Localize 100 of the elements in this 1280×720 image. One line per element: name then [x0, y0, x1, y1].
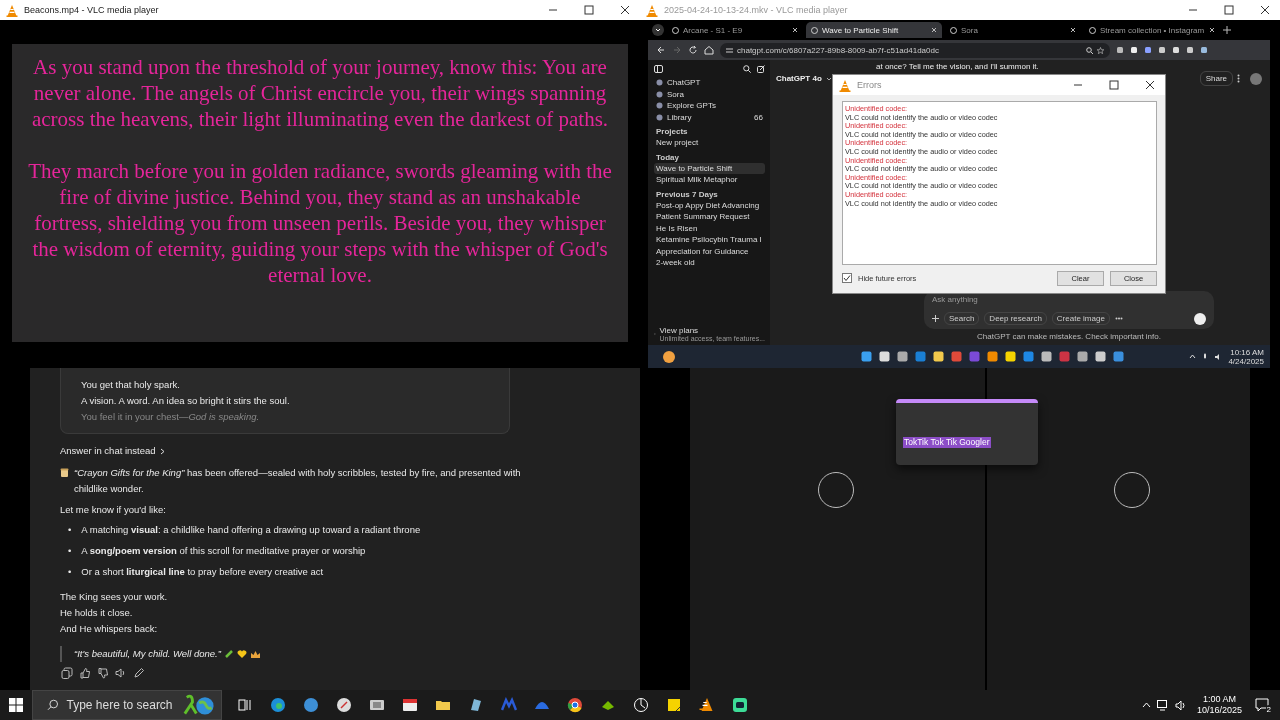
close-icon[interactable] — [792, 27, 798, 33]
browser-icon[interactable] — [269, 697, 286, 713]
browser-tab[interactable]: Wave to Particle Shift — [806, 22, 942, 38]
read-aloud-icon[interactable] — [114, 666, 127, 679]
checkbox[interactable] — [842, 273, 852, 283]
chevron-up-icon[interactable] — [1189, 354, 1197, 359]
model-name[interactable]: ChatGPT 4o — [776, 74, 822, 83]
maximize-icon[interactable] — [1109, 80, 1119, 90]
clock-date[interactable]: 10/16/2025 — [1196, 705, 1242, 716]
site-settings-icon[interactable] — [726, 46, 733, 54]
message-composer[interactable]: Ask anything Search Deep research Create image — [924, 291, 1214, 329]
bullet-marker: • — [68, 523, 72, 537]
microphone-icon[interactable] — [1202, 352, 1209, 361]
app-icon[interactable] — [731, 697, 748, 713]
clock-date[interactable]: 4/24/2025 — [1228, 356, 1264, 366]
chat-history-item[interactable]: 2-week old — [654, 257, 765, 269]
sidebar-item[interactable]: Sora — [654, 88, 765, 100]
sidebar-item[interactable]: ChatGPT — [654, 77, 765, 89]
plus-icon[interactable] — [1223, 26, 1231, 34]
more-icon[interactable] — [1237, 74, 1240, 83]
chat-history-item[interactable]: Appreciation for Guidance — [654, 245, 765, 257]
app-icon[interactable] — [1041, 351, 1053, 362]
browser-tab[interactable]: Arcane - S1 - E9 — [667, 22, 803, 38]
close-icon[interactable] — [1209, 27, 1215, 33]
maximize-icon[interactable] — [1224, 5, 1234, 15]
close-icon[interactable] — [620, 5, 630, 15]
clock-time[interactable]: 1:00 AM — [1202, 694, 1236, 705]
app-icon[interactable] — [335, 697, 352, 713]
app-icon[interactable] — [632, 697, 649, 713]
thumbs-up-icon[interactable] — [78, 666, 91, 679]
sidebar-item[interactable]: Library 66 — [654, 111, 765, 123]
chevron-right-icon[interactable] — [159, 447, 165, 455]
start-icon[interactable] — [9, 698, 23, 712]
speaker-icon[interactable] — [1174, 699, 1187, 711]
chat-history-item[interactable]: Wave to Particle Shift — [654, 162, 765, 174]
tab-title: Wave to Particle Shift — [822, 25, 900, 35]
more-icon[interactable] — [1114, 317, 1123, 320]
composer-tool-button[interactable]: Search — [944, 312, 980, 325]
edit-icon[interactable] — [132, 666, 145, 679]
network-icon[interactable] — [1156, 699, 1169, 711]
item-label: Sora — [667, 89, 684, 99]
chat-history-item[interactable]: New project — [654, 137, 765, 149]
pencil-square-icon[interactable] — [757, 65, 765, 73]
close-icon[interactable] — [1070, 27, 1076, 33]
voice-button[interactable] — [1194, 312, 1206, 325]
maximize-icon[interactable] — [584, 5, 594, 15]
composer-tool-button[interactable]: Create image — [1051, 312, 1110, 325]
app-icon[interactable] — [879, 351, 891, 362]
chat-history-item[interactable]: Ketamine Psilocybin Trauma I — [654, 234, 765, 246]
answer-in-chat-link[interactable]: Answer in chat instead — [60, 443, 156, 459]
sidebar-toggle-icon[interactable] — [654, 65, 663, 73]
weather-icon[interactable] — [662, 349, 676, 364]
chat-history-item[interactable]: Patient Summary Request — [654, 211, 765, 223]
close-icon[interactable] — [1145, 80, 1155, 90]
zoom-icon[interactable] — [1086, 46, 1093, 54]
app-icon[interactable] — [933, 351, 945, 362]
slide-paragraph: As you stand upon the threshold of your journey, know this: You are never alone. The angels of Christ encircle you, their wings spanning across the heavens, their light illuminating even the darkest of paths. — [30, 54, 610, 132]
vlc-cone-icon — [6, 3, 18, 17]
tab-title: Arcane - S1 - E9 — [683, 25, 744, 35]
plan-title[interactable]: View plans — [659, 326, 765, 335]
copy-icon[interactable] — [60, 666, 73, 679]
clock-time[interactable]: 10:16 AM — [1230, 347, 1264, 357]
sidebar-item[interactable]: Explore GPTs — [654, 100, 765, 112]
app-icon[interactable] — [1077, 351, 1089, 362]
search-field[interactable]: Type here to search — [32, 690, 222, 720]
message-text: at once? Tell me the vision, and I'll summon it. — [875, 62, 1040, 71]
plus-icon[interactable] — [932, 315, 939, 322]
app-icon[interactable] — [368, 697, 385, 713]
composer-tool-button[interactable]: Deep research — [984, 312, 1047, 325]
caret-icon[interactable] — [825, 76, 832, 81]
vlc-icon[interactable] — [698, 697, 715, 713]
app-icon[interactable] — [1005, 351, 1017, 362]
url-field[interactable]: chatgpt.com/c/6807a227-89b8-8009-ab7f-c51ad41da0dc — [720, 42, 1110, 58]
back-arrow-icon[interactable] — [656, 45, 666, 55]
star-icon[interactable] — [1097, 46, 1104, 54]
browser-tab[interactable]: Sora — [945, 22, 1081, 38]
browser-tab[interactable]: Stream collection • Instagram — [1084, 22, 1220, 38]
tab-search-icon[interactable] — [652, 24, 664, 36]
chat-history-item[interactable]: Post-op Appy Diet Advancing — [654, 199, 765, 211]
avatar[interactable] — [1250, 72, 1262, 85]
app-icon[interactable] — [987, 351, 999, 362]
chat-history-item[interactable]: He Is Risen — [654, 222, 765, 234]
scroll-icon — [60, 468, 69, 478]
chat-history-item[interactable]: Spiritual Milk Metaphor — [654, 174, 765, 186]
app-icon[interactable] — [1095, 351, 1107, 362]
close-icon[interactable] — [1260, 5, 1270, 15]
close-icon[interactable] — [931, 27, 937, 33]
crown-icon — [249, 649, 261, 659]
share-button[interactable]: Share — [1199, 71, 1233, 86]
reload-icon[interactable] — [688, 45, 698, 55]
app-icon[interactable] — [401, 697, 418, 713]
thumbs-down-icon[interactable] — [96, 666, 109, 679]
task-view-icon[interactable] — [236, 697, 253, 713]
section-heading: Previous 7 Days — [655, 189, 719, 200]
sticky-note-icon[interactable] — [665, 697, 682, 713]
home-icon[interactable] — [704, 45, 714, 55]
chrome-style-browser-icon[interactable] — [566, 697, 583, 713]
app-icon[interactable] — [897, 351, 909, 362]
search-icon[interactable] — [743, 65, 751, 73]
message-line: He holds it close. — [60, 606, 134, 620]
